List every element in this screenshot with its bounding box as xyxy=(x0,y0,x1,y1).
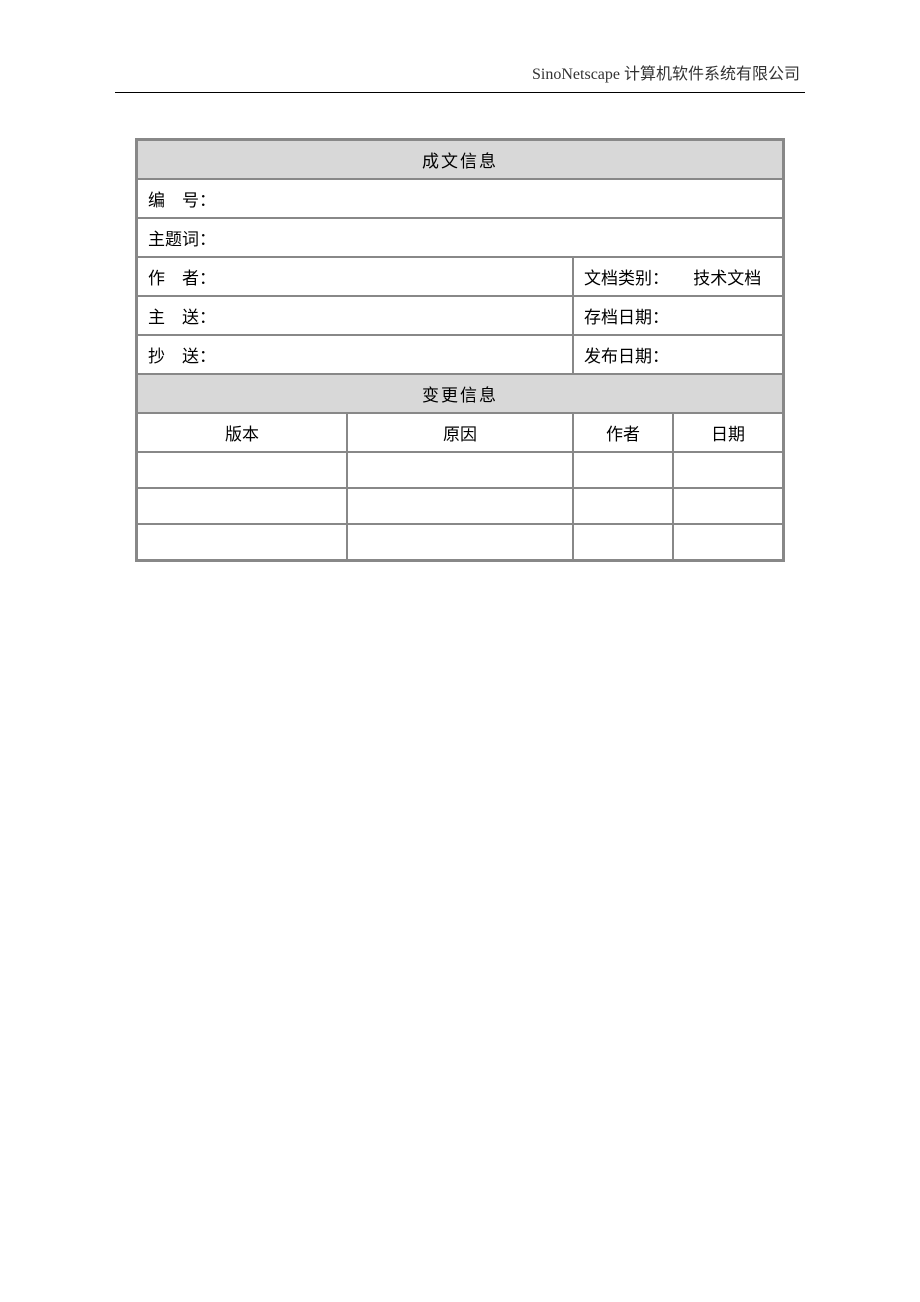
doc-type-cell: 文档类别： 技术文档 xyxy=(573,257,783,296)
cc-label: 抄 送： xyxy=(148,347,216,366)
change-header-reason: 原因 xyxy=(347,413,573,452)
doc-info-section-title: 成文信息 xyxy=(137,140,783,179)
change-author-cell xyxy=(573,488,673,524)
change-row xyxy=(137,488,783,524)
author-cell: 作 者： xyxy=(137,257,573,296)
company-header: SinoNetscape 计算机软件系统有限公司 xyxy=(532,60,800,84)
change-version-cell xyxy=(137,524,347,560)
subject-label: 主题词： xyxy=(148,230,216,249)
number-row: 编 号： xyxy=(137,179,783,218)
doc-type-value: 技术文档 xyxy=(693,269,761,288)
change-date-cell xyxy=(673,452,783,488)
cc-cell: 抄 送： xyxy=(137,335,573,374)
main-send-cell: 主 送： xyxy=(137,296,573,335)
author-label: 作 者： xyxy=(148,269,216,288)
change-reason-cell xyxy=(347,524,573,560)
change-version-cell xyxy=(137,488,347,524)
change-row xyxy=(137,524,783,560)
header-rule xyxy=(115,92,805,93)
document-info-table: 成文信息 编 号： 主题词： 作 者： 文档类别： 技术文档 主 送： 存档日期… xyxy=(135,138,785,562)
change-date-cell xyxy=(673,488,783,524)
subject-row: 主题词： xyxy=(137,218,783,257)
change-reason-cell xyxy=(347,452,573,488)
publish-date-label: 发布日期： xyxy=(584,347,669,366)
archive-date-label: 存档日期： xyxy=(584,308,669,327)
number-label: 编 号： xyxy=(148,191,216,210)
change-header-author: 作者 xyxy=(573,413,673,452)
change-row xyxy=(137,452,783,488)
main-send-label: 主 送： xyxy=(148,308,216,327)
publish-date-cell: 发布日期： xyxy=(573,335,783,374)
change-header-version: 版本 xyxy=(137,413,347,452)
archive-date-cell: 存档日期： xyxy=(573,296,783,335)
change-table-header-row: 版本 原因 作者 日期 xyxy=(137,413,783,452)
doc-type-label: 文档类别： xyxy=(584,269,669,288)
change-author-cell xyxy=(573,524,673,560)
change-date-cell xyxy=(673,524,783,560)
change-header-date: 日期 xyxy=(673,413,783,452)
change-version-cell xyxy=(137,452,347,488)
change-reason-cell xyxy=(347,488,573,524)
change-author-cell xyxy=(573,452,673,488)
change-info-section-title: 变更信息 xyxy=(137,374,783,413)
